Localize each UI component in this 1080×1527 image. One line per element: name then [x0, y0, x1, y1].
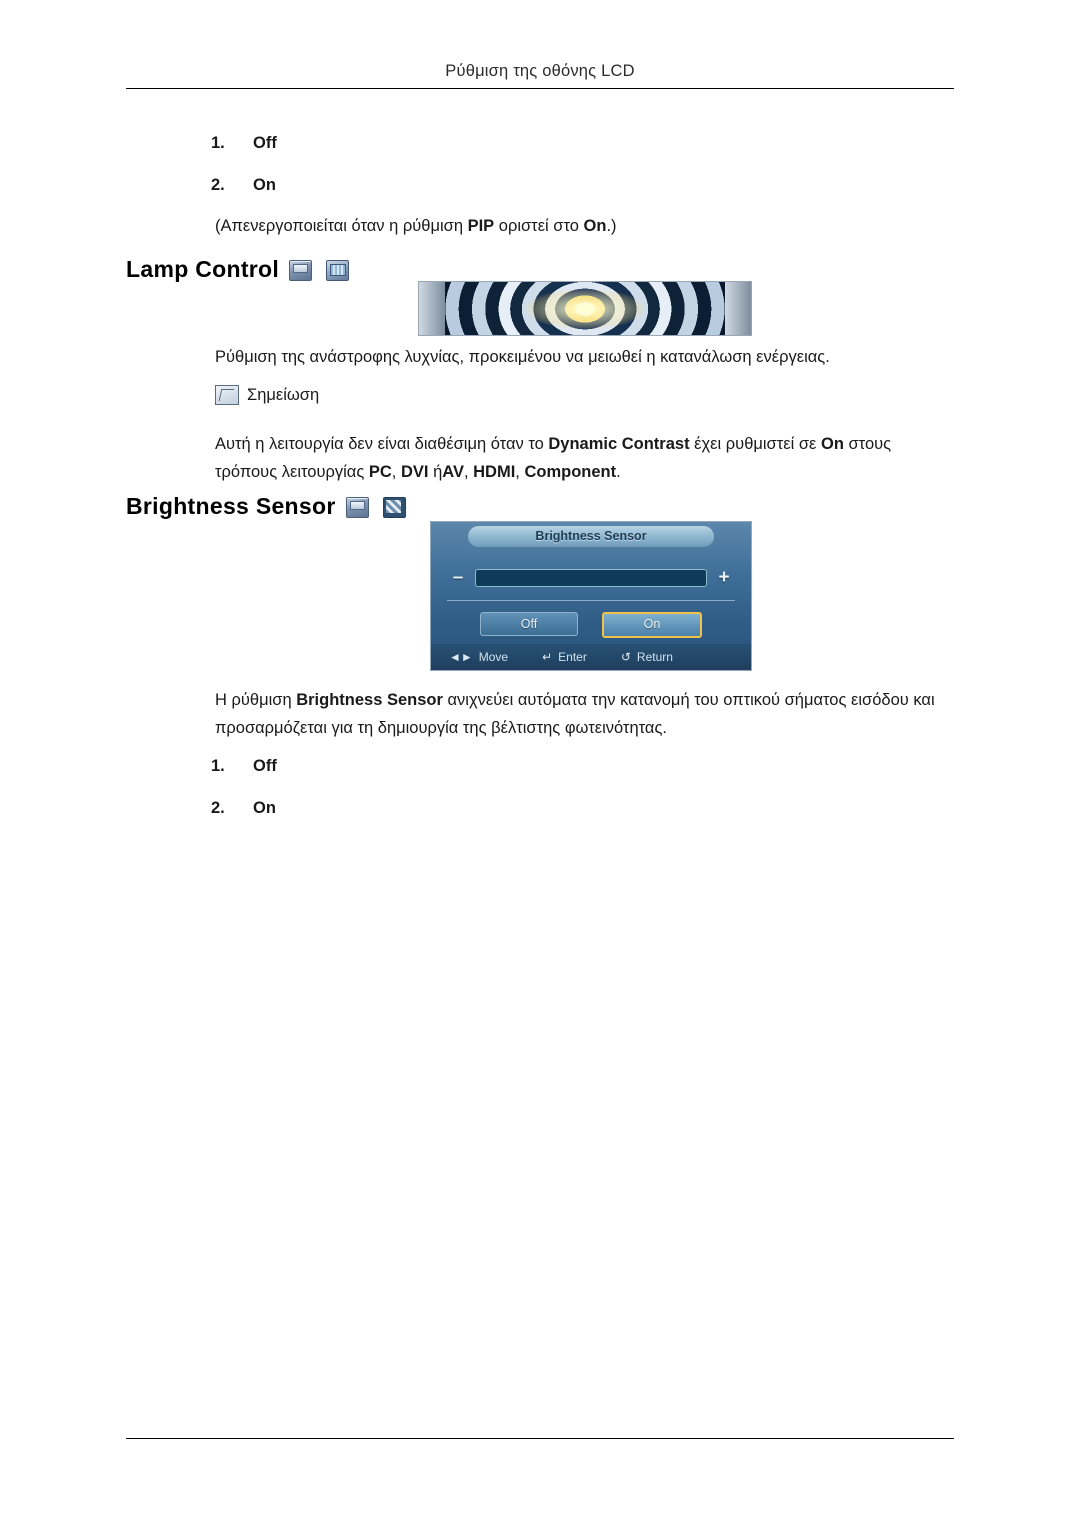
brightness-sensor-option-list: 1. Off 2. On [211, 745, 277, 829]
monitor-icon [289, 260, 313, 282]
note-bold-dynamic-contrast: Dynamic Contrast [548, 435, 690, 453]
lamp-glow-graphic [525, 288, 645, 329]
list-item-label: Off [253, 757, 277, 775]
lamp-control-title: Lamp Control [126, 256, 280, 282]
osd-off-button[interactable]: Off [480, 612, 578, 636]
bs-desc-bold: Brightness Sensor [296, 691, 443, 709]
note-label: Σημείωση [247, 385, 320, 404]
note-text-5: ή [428, 463, 443, 481]
header-divider [126, 88, 954, 89]
osd-slider[interactable] [475, 569, 707, 587]
note-bold-dvi: DVI [400, 463, 429, 481]
lamp-control-note-paragraph: Αυτή η λειτουργία δεν είναι διαθέσιμη ότ… [215, 430, 957, 486]
pip-note-paragraph: (Απενεργοποιείται όταν η ρύθμιση PIP ορι… [215, 212, 957, 240]
lamp-control-heading: Lamp Control [126, 256, 350, 283]
note-bold-component: Component [524, 463, 617, 481]
list-item: 2. On [211, 787, 277, 829]
bs-desc-1: Η ρύθμιση [215, 691, 297, 709]
osd-return-hint: ↺ Return [621, 650, 673, 664]
list-item: 1. Off [211, 745, 277, 787]
list-item-number: 2. [211, 176, 225, 194]
pip-note-bold-pip: PIP [467, 217, 495, 235]
list-item-label: On [253, 799, 276, 817]
osd-separator [447, 600, 735, 601]
brightness-sensor-description: Η ρύθμιση Brightness Sensor ανιχνεύει αυ… [215, 686, 957, 742]
osd-footer: ◄► Move ↵ Enter ↺ Return [431, 644, 751, 670]
osd-move-hint: ◄► Move [449, 650, 508, 664]
tv-icon [326, 260, 350, 282]
list-item-number: 2. [211, 799, 225, 817]
note-bold-pc: PC [368, 463, 392, 481]
note-text-4: , [391, 463, 401, 481]
pip-note-suffix: .) [606, 217, 617, 235]
monitor-icon [345, 497, 369, 519]
pip-note-prefix: (Απενεργοποιείται όταν η ρύθμιση [215, 217, 468, 235]
note-text-1: Αυτή η λειτουργία δεν είναι διαθέσιμη ότ… [215, 435, 549, 453]
osd-slider-row: – + [451, 564, 731, 592]
list-item-label: On [253, 176, 276, 194]
note-text-8: . [616, 463, 621, 481]
osd-plus-button[interactable]: + [717, 567, 731, 589]
pip-note-mid: οριστεί στο [494, 217, 584, 235]
note-text-2: έχει ρυθμιστεί σε [689, 435, 821, 453]
brightness-sensor-title: Brightness Sensor [126, 493, 336, 519]
list-item: 1. Off [211, 122, 277, 164]
brightness-sensor-heading: Brightness Sensor [126, 493, 406, 520]
note-text-6: , [463, 463, 474, 481]
osd-button-row: Off On [431, 612, 751, 638]
mosaic-icon [382, 497, 406, 519]
osd-enter-label: Enter [558, 650, 587, 664]
list-item: 2. On [211, 164, 277, 206]
list-item-number: 1. [211, 757, 225, 775]
brightness-sensor-icon-group [345, 497, 406, 519]
osd-title: Brightness Sensor [468, 526, 714, 547]
note-bold-av: AV [442, 463, 464, 481]
osd-enter-hint: ↵ Enter [542, 650, 587, 664]
note-bold-hdmi: HDMI [473, 463, 516, 481]
page-header: Ρύθμιση της οθόνης LCD [445, 62, 635, 80]
list-item-label: Off [253, 134, 277, 152]
page: Ρύθμιση της οθόνης LCD 1. Off 2. On (Απενε… [0, 0, 1080, 1527]
osd-move-label: Move [478, 650, 509, 664]
list-item-number: 1. [211, 134, 225, 152]
note-icon [215, 385, 239, 405]
note-bold-on: On [820, 435, 844, 453]
lamp-right-bezel [725, 282, 751, 335]
osd-return-label: Return [636, 650, 673, 664]
lamp-left-bezel [419, 282, 445, 335]
move-arrows-icon: ◄► [449, 650, 473, 664]
osd-minus-button[interactable]: – [451, 567, 465, 589]
lamp-control-icon-group [289, 260, 350, 282]
note-block: Σημείωση [215, 385, 319, 405]
return-icon: ↺ [620, 650, 631, 664]
top-option-list: 1. Off 2. On [211, 122, 277, 206]
footer-divider [126, 1438, 954, 1439]
lamp-control-description: Ρύθμιση της ανάστροφης λυχνίας, προκειμέ… [215, 348, 830, 366]
brightness-sensor-osd: Brightness Sensor – + Off On ◄► Move ↵ Ent… [430, 521, 752, 671]
osd-on-button[interactable]: On [602, 612, 702, 638]
lamp-control-image [418, 281, 752, 336]
pip-note-bold-on: On [583, 217, 607, 235]
enter-icon: ↵ [542, 650, 553, 664]
